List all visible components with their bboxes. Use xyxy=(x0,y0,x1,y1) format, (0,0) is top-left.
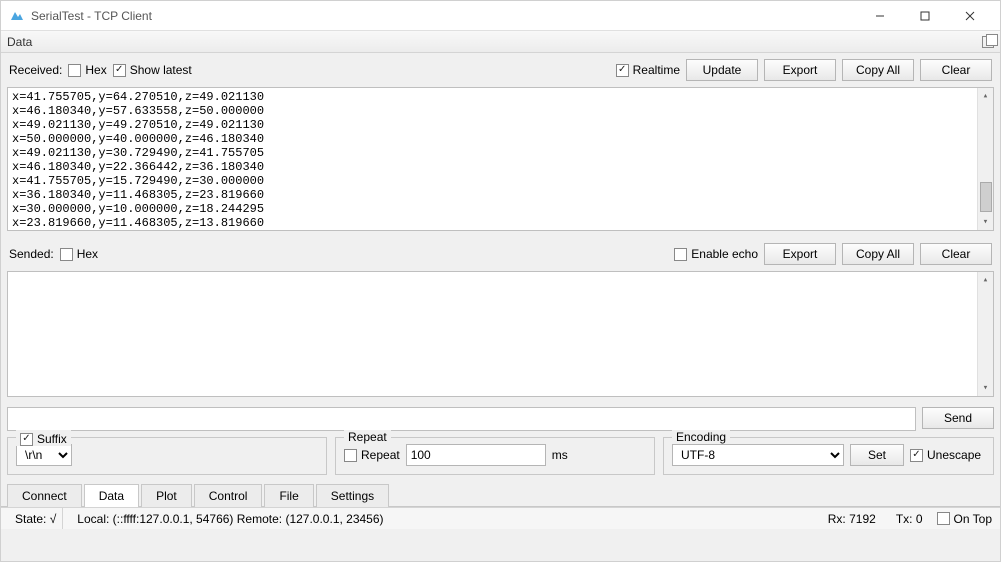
repeat-input[interactable] xyxy=(406,444,546,466)
showlatest-checkbox[interactable]: Show latest xyxy=(113,63,192,77)
status-rx: Rx: 7192 xyxy=(822,508,882,529)
suffix-legend: Suffix xyxy=(37,432,67,446)
send-row: Send xyxy=(1,403,1000,435)
window-title: SerialTest - TCP Client xyxy=(31,9,857,23)
showlatest-label: Show latest xyxy=(130,63,192,77)
send-button[interactable]: Send xyxy=(922,407,994,429)
send-input[interactable] xyxy=(7,407,916,431)
tab-settings[interactable]: Settings xyxy=(316,484,389,507)
sended-scrollbar[interactable]: ▴ ▾ xyxy=(977,272,993,396)
ontop-label: On Top xyxy=(954,512,992,526)
repeat-group: Repeat Repeat ms xyxy=(335,437,655,475)
tab-control[interactable]: Control xyxy=(194,484,263,507)
sended-hex-label: Hex xyxy=(77,247,98,261)
enableecho-checkbox[interactable]: Enable echo xyxy=(674,247,758,261)
panel-title: Data xyxy=(7,35,32,49)
tab-plot[interactable]: Plot xyxy=(141,484,192,507)
panel-header: Data xyxy=(1,31,1000,53)
scroll-down-icon[interactable]: ▾ xyxy=(979,214,993,230)
unescape-label: Unescape xyxy=(927,448,981,462)
tabs: ConnectDataPlotControlFileSettings xyxy=(1,481,1000,507)
received-clear-button[interactable]: Clear xyxy=(920,59,992,81)
minimize-button[interactable] xyxy=(857,2,902,30)
app-icon xyxy=(9,8,25,24)
close-button[interactable] xyxy=(947,2,992,30)
options-row: Suffix \r\n Repeat Repeat ms Encoding UT… xyxy=(1,435,1000,481)
received-copyall-button[interactable]: Copy All xyxy=(842,59,914,81)
statusbar: State: √ Local: (::ffff:127.0.0.1, 54766… xyxy=(1,507,1000,529)
repeat-legend: Repeat xyxy=(344,430,391,444)
tab-file[interactable]: File xyxy=(264,484,313,507)
received-toolbar: Received: Hex Show latest Realtime Updat… xyxy=(1,53,1000,87)
repeat-checkbox[interactable]: Repeat xyxy=(344,448,400,462)
status-tx: Tx: 0 xyxy=(890,508,929,529)
sended-label: Sended: xyxy=(9,247,54,261)
repeat-label: Repeat xyxy=(361,448,400,462)
enableecho-label: Enable echo xyxy=(691,247,758,261)
repeat-unit: ms xyxy=(552,448,568,462)
encoding-legend: Encoding xyxy=(672,430,730,444)
realtime-checkbox[interactable]: Realtime xyxy=(616,63,680,77)
scroll-thumb[interactable] xyxy=(980,182,992,212)
sended-textarea[interactable]: ▴ ▾ xyxy=(7,271,994,397)
status-endpoints: Local: (::ffff:127.0.0.1, 54766) Remote:… xyxy=(71,508,389,529)
update-button[interactable]: Update xyxy=(686,59,758,81)
titlebar: SerialTest - TCP Client xyxy=(1,1,1000,31)
encoding-select[interactable]: UTF-8 xyxy=(672,444,844,466)
ontop-checkbox[interactable]: On Top xyxy=(937,512,992,526)
status-state: State: √ xyxy=(9,508,63,529)
maximize-button[interactable] xyxy=(902,2,947,30)
tab-data[interactable]: Data xyxy=(84,484,139,507)
scroll-up-icon[interactable]: ▴ xyxy=(979,272,993,288)
dock-float-icon[interactable] xyxy=(982,36,994,48)
received-hex-label: Hex xyxy=(85,63,106,77)
received-label: Received: xyxy=(9,63,62,77)
suffix-checkbox[interactable]: Suffix xyxy=(20,432,67,446)
suffix-select[interactable]: \r\n xyxy=(16,444,72,466)
tab-connect[interactable]: Connect xyxy=(7,484,82,507)
received-export-button[interactable]: Export xyxy=(764,59,836,81)
received-hex-checkbox[interactable]: Hex xyxy=(68,63,106,77)
scroll-up-icon[interactable]: ▴ xyxy=(979,88,993,104)
encoding-group: Encoding UTF-8 Set Unescape xyxy=(663,437,994,475)
scroll-down-icon[interactable]: ▾ xyxy=(979,380,993,396)
encoding-set-button[interactable]: Set xyxy=(850,444,904,466)
sended-copyall-button[interactable]: Copy All xyxy=(842,243,914,265)
sended-toolbar: Sended: Hex Enable echo Export Copy All … xyxy=(1,237,1000,271)
sended-export-button[interactable]: Export xyxy=(764,243,836,265)
suffix-group: Suffix \r\n xyxy=(7,437,327,475)
received-scrollbar[interactable]: ▴ ▾ xyxy=(977,88,993,230)
realtime-label: Realtime xyxy=(633,63,680,77)
sended-clear-button[interactable]: Clear xyxy=(920,243,992,265)
sended-hex-checkbox[interactable]: Hex xyxy=(60,247,98,261)
received-textarea[interactable]: x=41.755705,y=64.270510,z=49.021130 x=46… xyxy=(7,87,994,231)
unescape-checkbox[interactable]: Unescape xyxy=(910,448,981,462)
